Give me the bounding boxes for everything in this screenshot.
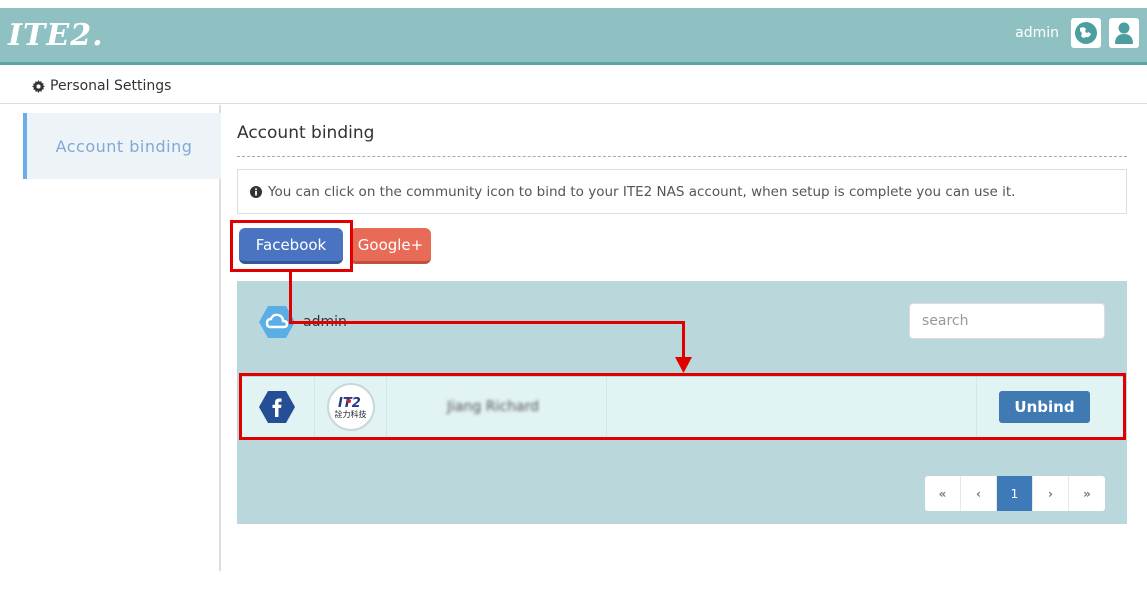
binding-panel: admin IT2 詮力科技 Jiang Richa [237, 281, 1127, 524]
avatar-text: 詮力科技 [334, 409, 367, 419]
table-row: IT2 詮力科技 Jiang Richard Unbind [240, 377, 1124, 437]
first-page-button[interactable]: « [925, 476, 961, 511]
user-icon [1115, 22, 1133, 44]
panel-username: admin [303, 314, 347, 330]
sidebar: Account binding [0, 105, 221, 571]
globe-button[interactable] [1071, 18, 1101, 48]
pagination: « ‹ 1 › » [925, 476, 1105, 511]
cloud-icon [259, 306, 295, 338]
unbind-button[interactable]: Unbind [999, 391, 1090, 423]
globe-icon [1075, 22, 1097, 44]
prev-page-button[interactable]: ‹ [961, 476, 997, 511]
facebook-button[interactable]: Facebook [239, 228, 343, 264]
page-title: Account binding [237, 123, 375, 143]
ite2-logo-icon: IT2 [338, 396, 361, 409]
subheader: Personal Settings [0, 68, 1147, 104]
google-plus-button[interactable]: Google+ [350, 228, 431, 264]
last-page-button[interactable]: » [1069, 476, 1105, 511]
info-icon [250, 185, 262, 198]
title-divider [237, 156, 1127, 157]
username-label: admin [1015, 25, 1059, 41]
avatar: IT2 詮力科技 [326, 383, 375, 431]
page-1-button[interactable]: 1 [997, 476, 1033, 511]
subheader-title: Personal Settings [50, 78, 172, 94]
sidebar-item-label: Account binding [55, 136, 193, 156]
facebook-icon [259, 391, 295, 423]
info-text: You can click on the community icon to b… [268, 183, 1016, 200]
logo: ITE2. [8, 18, 104, 53]
info-box: You can click on the community icon to b… [237, 169, 1127, 214]
top-bar: ITE2. admin [0, 8, 1147, 65]
gear-icon [32, 79, 45, 93]
sidebar-item-account-binding[interactable]: Account binding [23, 113, 221, 179]
bound-account-name: Jiang Richard [447, 399, 539, 415]
user-button[interactable] [1109, 18, 1139, 48]
panel-user: admin [259, 305, 347, 339]
annotation-arrow-head [675, 357, 692, 373]
next-page-button[interactable]: › [1033, 476, 1069, 511]
search-input[interactable] [909, 303, 1105, 339]
